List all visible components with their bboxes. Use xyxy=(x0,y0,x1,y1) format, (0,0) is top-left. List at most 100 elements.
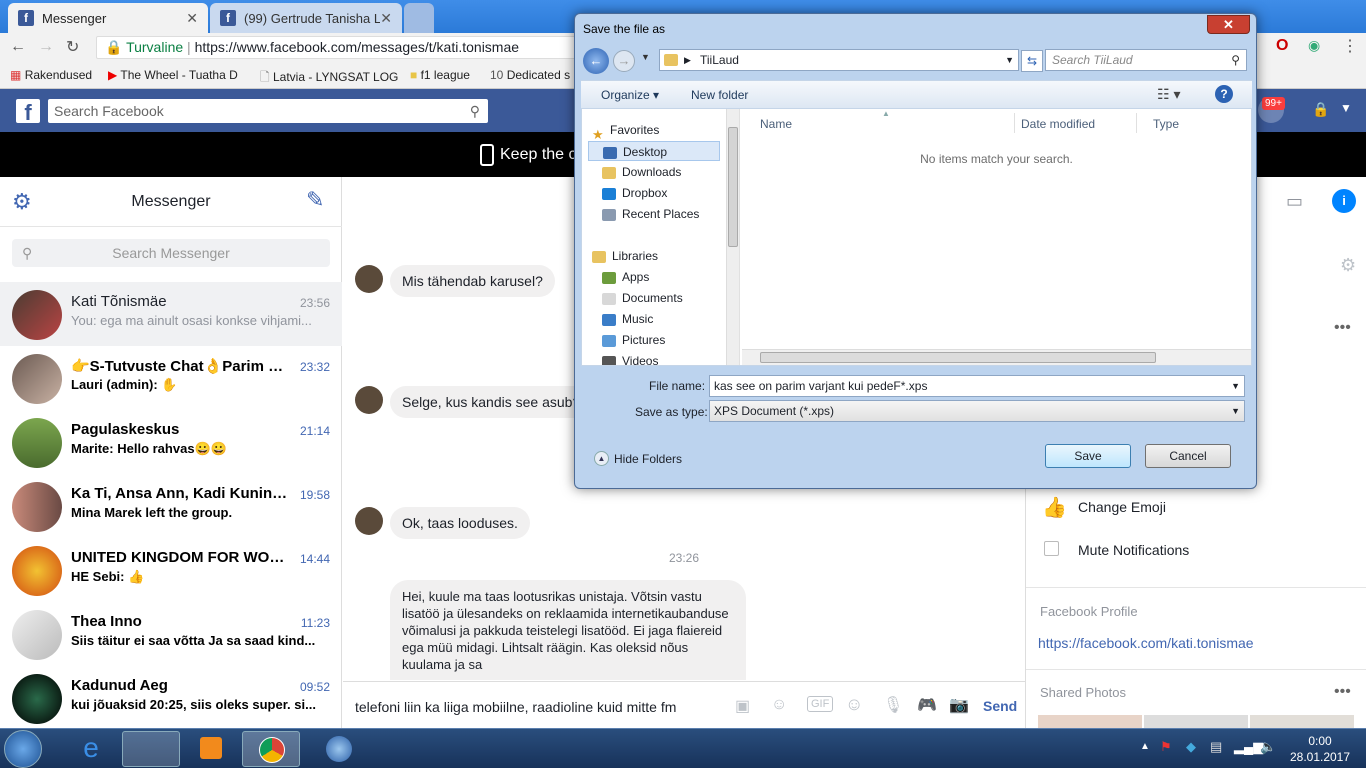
conversation-item[interactable]: Ka Ti, Ansa Ann, Kadi Kuninga... 19:58 M… xyxy=(0,474,342,538)
save-type-select[interactable]: XPS Document (*.xps) ▼ xyxy=(709,400,1245,422)
scrollbar-thumb[interactable] xyxy=(760,352,1156,363)
camera-icon[interactable]: 📷 xyxy=(949,695,969,715)
start-button[interactable] xyxy=(4,730,42,768)
bookmark-lyngsat[interactable]: 🗋 Latvia - LYNGSAT LOG xyxy=(260,68,398,89)
conversation-item[interactable]: 👉S-Tutvuste Chat👌Parim Ül... 23:32 Lauri… xyxy=(0,346,342,410)
horizontal-scrollbar[interactable] xyxy=(742,349,1251,365)
conversation-item[interactable]: UNITED KINGDOM FOR WOR... 14:44 HE Sebi:… xyxy=(0,538,342,602)
favorites-header[interactable]: ★ Favorites xyxy=(592,120,659,142)
bookmark-apps[interactable]: ▦ Rakendused xyxy=(10,68,92,82)
profile-link[interactable]: https://facebook.com/kati.tonismae xyxy=(1038,635,1254,651)
nav-recent-places[interactable]: Recent Places xyxy=(602,204,699,224)
mute-notifications-option[interactable]: Mute Notifications xyxy=(1078,542,1189,558)
nav-desktop[interactable]: Desktop xyxy=(588,141,720,161)
close-tab-icon[interactable]: ✕ xyxy=(186,10,198,27)
more-options-icon[interactable]: ••• xyxy=(1334,683,1351,701)
dropbox-tray-icon[interactable]: ◆ xyxy=(1186,739,1196,755)
libraries-header[interactable]: Libraries xyxy=(592,246,658,266)
clock-time[interactable]: 0:00 xyxy=(1290,734,1350,748)
conversation-item[interactable]: Kadunud Aeg 09:52 kui jõuaksid 20:25, si… xyxy=(0,666,342,730)
device-icon[interactable]: ▤ xyxy=(1210,739,1222,755)
privacy-lock-icon[interactable]: 🔒 xyxy=(1312,101,1329,118)
microphone-icon[interactable]: 🎙 xyxy=(883,695,903,715)
help-icon[interactable]: ? xyxy=(1215,85,1233,103)
image-icon[interactable]: ▣ xyxy=(735,696,750,716)
tab-gertrude[interactable]: f (99) Gertrude Tanisha Le ✕ xyxy=(210,3,402,33)
opera-extension-icon[interactable]: O xyxy=(1276,37,1288,55)
bookmark-f1-league[interactable]: ■ f1 league xyxy=(410,68,470,82)
bookmark-dedicated[interactable]: 10 Dedicated s xyxy=(490,68,570,82)
facebook-logo-icon[interactable]: f xyxy=(16,99,40,125)
show-hidden-icons[interactable]: ▲ xyxy=(1140,741,1150,752)
view-options-icon[interactable]: ☷ ▾ xyxy=(1157,86,1180,103)
nav-scrollbar[interactable] xyxy=(726,109,739,365)
column-date-modified[interactable]: Date modified xyxy=(1021,117,1095,131)
shared-photo[interactable] xyxy=(1250,715,1354,728)
account-menu-icon[interactable]: ▼ xyxy=(1340,101,1352,115)
emoji-icon[interactable]: ☺ xyxy=(845,694,863,715)
game-controller-icon[interactable]: 🎮 xyxy=(917,695,937,715)
search-icon[interactable]: ⚲ xyxy=(1231,50,1240,70)
file-name-input[interactable]: kas see on parim varjant kui pedeF*.xps … xyxy=(709,375,1245,397)
tab-messenger[interactable]: f Messenger ✕ xyxy=(8,3,208,33)
nav-music[interactable]: Music xyxy=(602,309,653,329)
gif-icon[interactable]: GIF xyxy=(807,696,834,712)
conversation-item[interactable]: Kati Tõnismäe 23:56 You: ega ma ainult o… xyxy=(0,282,342,346)
chevron-down-icon[interactable]: ▼ xyxy=(1005,50,1014,70)
recent-locations-icon[interactable]: ▼ xyxy=(641,52,650,62)
chevron-down-icon[interactable]: ▼ xyxy=(1231,376,1240,396)
network-icon[interactable]: ▂▄▆ xyxy=(1234,739,1263,755)
back-arrow-icon[interactable]: ← xyxy=(10,38,26,56)
conversation-item[interactable]: Pagulaskeskus 21:14 Marite: Hello rahvas… xyxy=(0,410,342,474)
breadcrumb[interactable]: ▶ TiiLaud ▼ xyxy=(659,49,1019,71)
dialog-search-input[interactable]: Search TiiLaud ⚲ xyxy=(1045,49,1247,71)
conversation-item[interactable]: Thea Inno 11:23 Siis täitur ei saa võtta… xyxy=(0,602,342,666)
info-icon[interactable]: i xyxy=(1332,189,1356,213)
save-button[interactable]: Save xyxy=(1045,444,1131,468)
hide-folders-icon[interactable]: ▲ xyxy=(594,451,609,466)
back-arrow-icon[interactable]: ← xyxy=(583,48,609,74)
composer-input[interactable]: telefoni liin ka liiga mobiilne, raadiol… xyxy=(355,699,676,715)
thunderbird-icon[interactable] xyxy=(310,731,368,767)
column-type[interactable]: Type xyxy=(1153,117,1179,131)
reload-icon[interactable]: ↻ xyxy=(66,37,79,57)
nav-downloads[interactable]: Downloads xyxy=(602,162,681,182)
cancel-button[interactable]: Cancel xyxy=(1145,444,1231,468)
more-options-icon[interactable]: ••• xyxy=(1334,319,1351,337)
refresh-icon[interactable]: ⇆ xyxy=(1021,50,1043,72)
extension-icon[interactable]: ◉ xyxy=(1308,37,1320,54)
media-player-icon[interactable] xyxy=(182,731,240,767)
column-name[interactable]: Name xyxy=(760,117,792,131)
action-center-icon[interactable]: ⚑ xyxy=(1160,739,1172,755)
mute-checkbox[interactable] xyxy=(1044,541,1059,556)
gear-icon[interactable]: ⚙ xyxy=(1340,255,1356,276)
video-call-icon[interactable]: ▭ xyxy=(1286,191,1303,212)
nav-pictures[interactable]: Pictures xyxy=(602,330,665,350)
new-message-icon[interactable]: ✎ xyxy=(306,187,324,213)
nav-apps[interactable]: Apps xyxy=(602,267,649,287)
shared-photo[interactable] xyxy=(1038,715,1142,728)
forward-arrow-icon[interactable]: → xyxy=(613,50,635,72)
chevron-down-icon[interactable]: ▼ xyxy=(1231,401,1240,421)
organize-button[interactable]: Organize ▾ xyxy=(601,88,659,102)
new-folder-button[interactable]: New folder xyxy=(691,88,748,102)
sticker-icon[interactable]: ☺ xyxy=(771,696,787,714)
menu-icon[interactable]: ⋮ xyxy=(1342,36,1358,56)
nav-documents[interactable]: Documents xyxy=(602,288,683,308)
shared-photo[interactable] xyxy=(1144,715,1248,728)
dialog-close-button[interactable]: ✕ xyxy=(1207,15,1250,34)
volume-icon[interactable]: 🔈 xyxy=(1260,739,1276,755)
nav-dropbox[interactable]: Dropbox xyxy=(602,183,667,203)
change-emoji-option[interactable]: Change Emoji xyxy=(1078,499,1166,515)
hide-folders-button[interactable]: Hide Folders xyxy=(614,452,682,466)
chrome-icon[interactable] xyxy=(242,731,300,767)
bookmark-the-wheel[interactable]: ▶ The Wheel - Tuatha D xyxy=(108,68,238,82)
new-tab-button[interactable] xyxy=(404,3,434,33)
clock-date[interactable]: 28.01.2017 xyxy=(1284,750,1356,764)
internet-explorer-icon[interactable]: e xyxy=(62,731,120,767)
nav-videos[interactable]: Videos xyxy=(602,351,658,365)
search-icon[interactable]: ⚲ xyxy=(470,99,480,123)
send-button[interactable]: Send xyxy=(983,698,1017,714)
scrollbar-thumb[interactable] xyxy=(728,127,738,247)
facebook-search-input[interactable]: Search Facebook ⚲ xyxy=(48,99,488,123)
